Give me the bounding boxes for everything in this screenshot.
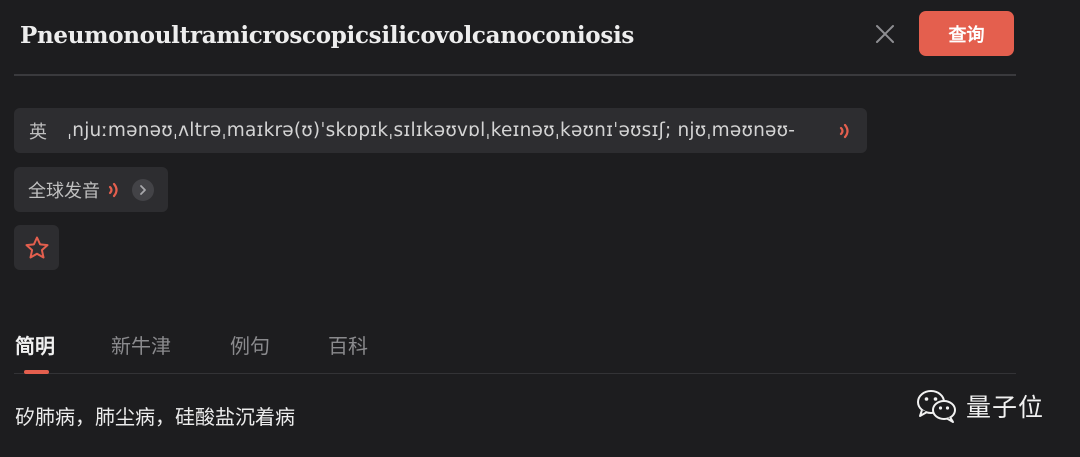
word-title: Pneumonoultramicroscopicsilicovolcanocon… [20, 22, 635, 49]
header-divider [14, 74, 1016, 76]
wechat-icon [917, 390, 956, 423]
favorite-button[interactable] [14, 225, 59, 270]
uk-pronunciation[interactable]: 英 ˌnjuːmənəʊˌʌltrəˌmaɪkrə(ʊ)ˈskɒpɪkˌsɪlɪ… [14, 108, 867, 153]
definition-text: 矽肺病，肺尘病，硅酸盐沉着病 [15, 405, 295, 429]
watermark-text: 量子位 [966, 393, 1045, 422]
phonetic-transcription: ˌnjuːmənəʊˌʌltrəˌmaɪkrə(ʊ)ˈskɒpɪkˌsɪlɪkə… [67, 120, 796, 141]
active-tab-indicator [24, 370, 49, 374]
chevron-right-icon [132, 178, 154, 201]
tab-concise[interactable]: 简明 [15, 330, 55, 359]
tabs-divider [14, 373, 1016, 374]
global-pronunciation-button[interactable]: 全球发音 [14, 167, 168, 212]
clear-button[interactable] [870, 20, 900, 48]
tab-examples[interactable]: 例句 [230, 330, 270, 359]
star-outline-icon [25, 236, 48, 258]
search-button[interactable]: 查询 [919, 11, 1014, 56]
tab-new-oxford[interactable]: 新牛津 [111, 330, 171, 359]
close-icon [876, 25, 894, 43]
watermark: 量子位 [916, 388, 1044, 424]
tab-encyclopedia[interactable]: 百科 [328, 330, 368, 359]
pronunciation-region: 英 [29, 121, 47, 143]
speaker-icon [108, 181, 122, 199]
global-pronunciation-label: 全球发音 [28, 180, 100, 202]
speaker-icon[interactable] [839, 122, 853, 144]
